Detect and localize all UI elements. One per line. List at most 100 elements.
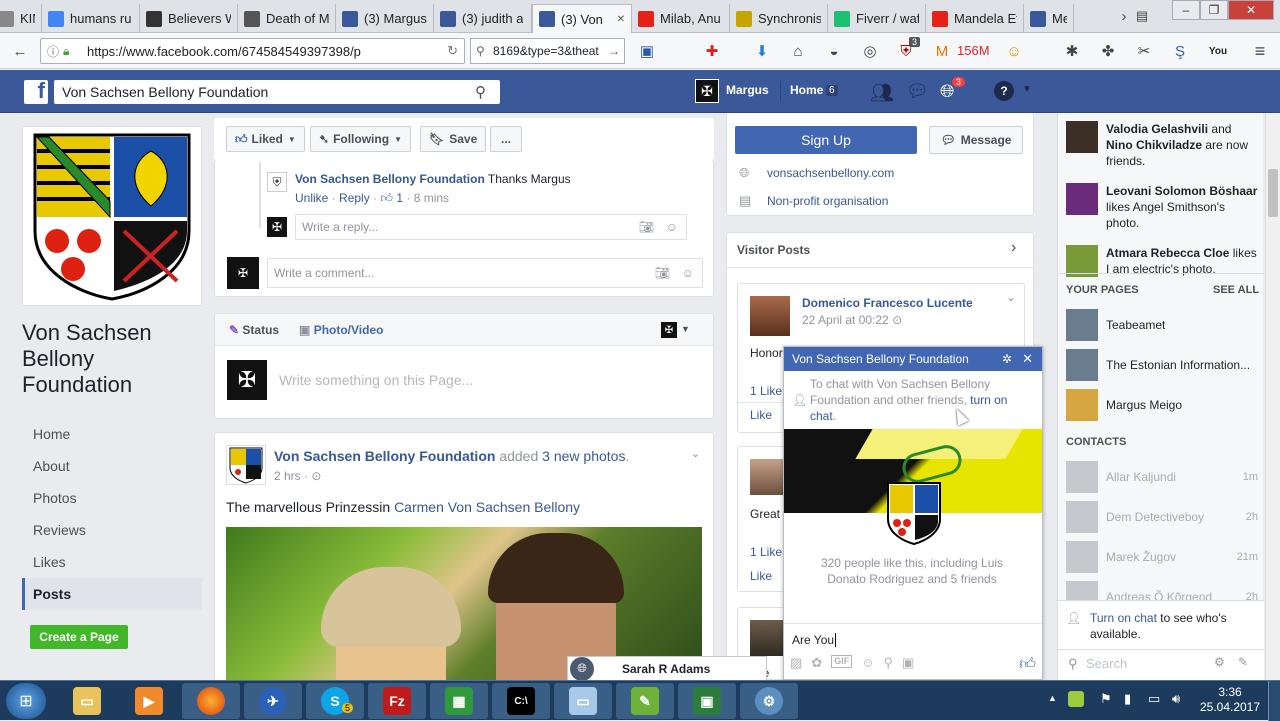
- friend-requests-icon[interactable]: 👥︎: [870, 81, 894, 105]
- sidebar-search[interactable]: ⚲ Search ⚙ ✎: [1058, 649, 1264, 679]
- post-photos-link[interactable]: 3 new photos: [542, 448, 625, 464]
- taskbar-cmd[interactable]: C:\: [492, 683, 550, 719]
- message-button[interactable]: 💬︎ Message: [929, 126, 1023, 154]
- photo-video-tab[interactable]: ▣ Photo/Video: [299, 323, 383, 337]
- visitor-author-link[interactable]: Domenico Francesco Lucente: [802, 296, 973, 310]
- emoji-icon[interactable]: ☺: [682, 266, 694, 280]
- close-tab-icon[interactable]: ✕: [617, 14, 625, 25]
- url-bar[interactable]: ⓘ 🔒︎ https://www.facebook.com/6745845493…: [40, 38, 465, 64]
- start-button[interactable]: ⊞: [6, 683, 46, 719]
- ticker-avatar[interactable]: [1066, 183, 1098, 215]
- tray-expand-icon[interactable]: ▲: [1048, 693, 1057, 703]
- ticker-name[interactable]: Leovani Solomon Böshaar: [1106, 184, 1257, 198]
- like-count-link[interactable]: 1 Like: [750, 545, 782, 559]
- ticker-item[interactable]: Valodia Gelashvili and Nino Chikviladze …: [1066, 121, 1258, 177]
- like-button[interactable]: Like: [750, 408, 772, 422]
- more-options-button[interactable]: ...: [490, 126, 522, 152]
- left-nav-posts[interactable]: Posts: [22, 578, 202, 610]
- like-count-link[interactable]: 1 Like: [750, 384, 782, 398]
- minimized-chat-tab[interactable]: 🌐︎ Sarah R Adams: [567, 656, 767, 681]
- bug-icon[interactable]: ✱: [1060, 39, 1084, 63]
- chevron-down-icon[interactable]: ⌄: [1006, 290, 1016, 304]
- tab-1[interactable]: humans ru: [42, 4, 140, 33]
- show-desktop-button[interactable]: [1268, 681, 1280, 721]
- reply-link[interactable]: Reply: [339, 191, 370, 205]
- chevron-down-icon[interactable]: ▼: [681, 324, 690, 334]
- create-page-button[interactable]: Create a Page: [30, 625, 128, 649]
- smiley-icon[interactable]: ☺: [1002, 39, 1026, 63]
- ticker-avatar[interactable]: [1066, 121, 1098, 153]
- camera-icon[interactable]: 📷︎: [655, 266, 670, 280]
- ticker-item[interactable]: Leovani Solomon Böshaar likes Angel Smit…: [1066, 183, 1258, 239]
- page-profile-picture[interactable]: [22, 126, 202, 306]
- mega-icon[interactable]: M: [930, 39, 954, 63]
- save-button[interactable]: 🔖︎ Save: [420, 126, 487, 152]
- network-tray-icon[interactable]: ▭: [1148, 691, 1160, 707]
- chat-header[interactable]: Von Sachsen Bellony Foundation ✲ ✕: [784, 347, 1042, 371]
- your-page-item[interactable]: Margus Meigo: [1066, 389, 1258, 421]
- visitor-avatar[interactable]: [750, 620, 786, 656]
- addon-plus-icon[interactable]: ✚: [700, 39, 724, 63]
- visitor-avatar[interactable]: [750, 296, 790, 336]
- tab-8[interactable]: Synchronis: [730, 4, 828, 33]
- ticker-name[interactable]: Atmara Rebecca Cloe: [1106, 246, 1229, 260]
- extension-icon[interactable]: ◎: [858, 39, 882, 63]
- visitor-time-text[interactable]: 22 April at 00:22: [802, 313, 889, 327]
- tab-5[interactable]: (3) judith a: [434, 4, 532, 33]
- profile-name-link[interactable]: Margus: [726, 83, 769, 97]
- clock[interactable]: 3:36 25.04.2017: [1198, 685, 1262, 715]
- visitor-avatar[interactable]: [750, 459, 786, 495]
- search-icon[interactable]: ⚲: [475, 83, 486, 101]
- post-as-avatar[interactable]: ✠: [661, 322, 677, 338]
- messages-icon[interactable]: 💬︎: [906, 81, 929, 102]
- taskbar-filezilla[interactable]: Fz: [368, 683, 426, 719]
- following-button[interactable]: ➷ Following ▼: [310, 126, 411, 152]
- visitor-posts-title[interactable]: Visitor Posts: [737, 243, 810, 257]
- account-menu-chevron-icon[interactable]: ▼: [1022, 84, 1032, 95]
- liked-button[interactable]: 👍︎ Liked ▼: [226, 126, 305, 152]
- tab-9[interactable]: Fiverr / waf: [828, 4, 926, 33]
- your-page-item[interactable]: The Estonian Information...: [1066, 349, 1258, 381]
- facebook-logo[interactable]: f: [24, 78, 48, 104]
- emoji-icon[interactable]: ☺: [666, 220, 678, 234]
- tagged-person-link[interactable]: Carmen Von Sachsen Bellony: [394, 499, 580, 515]
- tab-3[interactable]: Death of M: [238, 4, 336, 33]
- page-scrollbar[interactable]: [1265, 113, 1280, 680]
- gear-icon[interactable]: ⚙: [1214, 655, 1225, 669]
- youtube-download-icon[interactable]: You: [1206, 39, 1230, 63]
- tab-6[interactable]: (3) Von ✕: [532, 4, 632, 33]
- tab-0[interactable]: KING!: [0, 4, 42, 33]
- tab-4[interactable]: (3) Margus: [336, 4, 434, 33]
- contact-item[interactable]: Marek Žugov 21m: [1066, 541, 1258, 573]
- profile-avatar[interactable]: ✠: [695, 79, 719, 103]
- taskbar-skype[interactable]: S5: [306, 683, 364, 719]
- reload-icon[interactable]: ↻: [447, 43, 458, 59]
- menu-icon[interactable]: ≡: [1248, 39, 1272, 63]
- left-nav-home[interactable]: Home: [22, 418, 202, 450]
- contact-item[interactable]: Allar Kaljundi 1m: [1066, 461, 1258, 493]
- tab-7[interactable]: Milab, Anu: [632, 4, 730, 33]
- left-nav-photos[interactable]: Photos: [22, 482, 202, 514]
- reply-author-link[interactable]: Von Sachsen Bellony Foundation: [295, 172, 485, 186]
- volume-icon[interactable]: 🔊︎: [1172, 691, 1180, 707]
- composer-input[interactable]: Write something on this Page...: [279, 372, 473, 388]
- gif-icon[interactable]: GIF: [831, 655, 853, 668]
- search-go-icon[interactable]: →: [608, 44, 620, 58]
- camera-icon[interactable]: 📷︎: [639, 220, 654, 234]
- info-icon[interactable]: ⓘ: [47, 43, 59, 60]
- chat-message-input[interactable]: Are You: [792, 633, 837, 647]
- tray-app-icon[interactable]: [1068, 691, 1084, 707]
- save-disk-icon[interactable]: ▣: [635, 39, 659, 63]
- taskbar-remote-desktop[interactable]: ▣: [678, 683, 736, 719]
- help-icon[interactable]: ?: [994, 81, 1014, 101]
- post-time[interactable]: 2 hrs: [274, 469, 301, 483]
- taskbar-media-player[interactable]: ▶: [120, 683, 178, 719]
- thumbs-up-icon[interactable]: 👍︎: [1019, 655, 1036, 675]
- restore-button[interactable]: ❐: [1200, 0, 1228, 20]
- post-author-avatar[interactable]: [226, 445, 266, 485]
- status-tab[interactable]: ✎ Status: [229, 323, 279, 337]
- pocket-icon[interactable]: ◒: [822, 39, 846, 63]
- tab-11[interactable]: Me: [1024, 4, 1074, 33]
- left-nav-likes[interactable]: Likes: [22, 546, 202, 578]
- turn-on-chat-link[interactable]: Turn on chat: [1090, 611, 1157, 625]
